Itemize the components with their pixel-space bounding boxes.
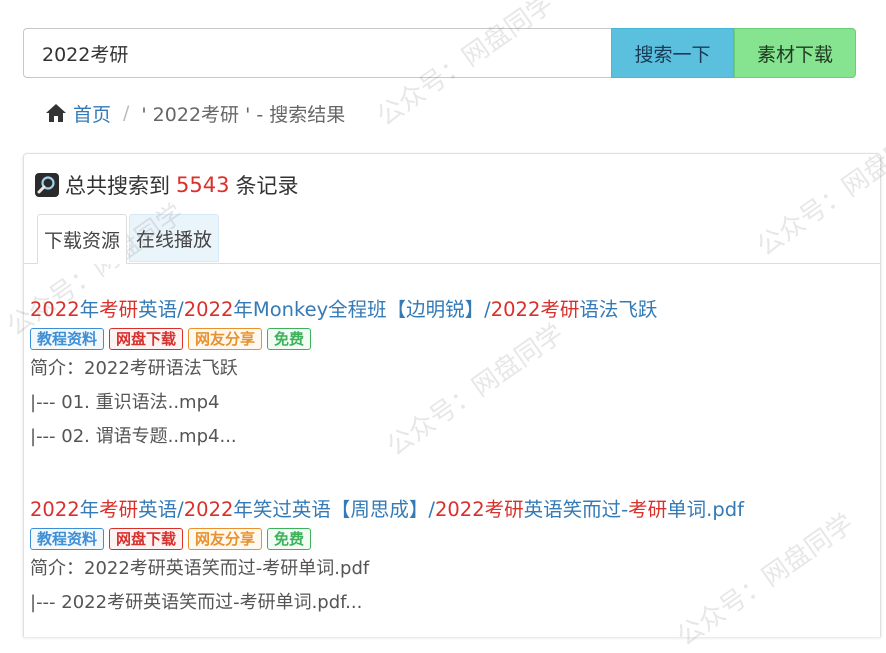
- title-text: 年: [79, 498, 100, 521]
- search-bar: 搜索一下 素材下载: [23, 28, 856, 78]
- breadcrumb-separator: /: [123, 102, 130, 124]
- tag-tutorial[interactable]: 教程资料: [30, 528, 105, 550]
- title-keyword-highlight: 2022: [183, 298, 234, 321]
- material-download-button[interactable]: 素材下载: [734, 28, 856, 78]
- result-item: 2022年考研英语/2022年笑过英语【周思成】/2022考研英语笑而过-考研单…: [30, 496, 870, 620]
- title-text: 英语/: [138, 498, 184, 521]
- title-text: 年: [79, 298, 100, 321]
- title-text: 年Monkey全程班【边明锐】/: [233, 298, 491, 321]
- title-keyword-highlight: 2022: [183, 498, 234, 521]
- tag-shared[interactable]: 网友分享: [188, 328, 263, 350]
- result-summary: 总共搜索到 5543 条记录: [35, 170, 298, 200]
- title-keyword-highlight: 2022考研: [434, 498, 524, 521]
- breadcrumb: 首页 / ' 2022考研 ' - 搜索结果: [45, 99, 345, 127]
- file-entry: |--- 2022考研英语笑而过-考研单词.pdf...: [30, 592, 363, 613]
- result-summary-text: 简介：2022考研语法飞跃: [30, 358, 238, 379]
- breadcrumb-home-link[interactable]: 首页: [73, 100, 111, 127]
- home-icon[interactable]: [45, 102, 67, 124]
- tag-netdisk[interactable]: 网盘下载: [109, 328, 184, 350]
- result-summary-text: 简介：2022考研英语笑而过-考研单词.pdf: [30, 558, 370, 579]
- title-keyword-highlight: 2022: [30, 298, 80, 321]
- search-icon: [35, 173, 59, 197]
- tag-tutorial[interactable]: 教程资料: [30, 328, 105, 350]
- tag-free[interactable]: 免费: [267, 328, 312, 350]
- tag-list: 教程资料 网盘下载 网友分享 免费: [30, 328, 870, 350]
- title-text: 单词.pdf: [667, 498, 744, 521]
- tag-list: 教程资料 网盘下载 网友分享 免费: [30, 528, 870, 550]
- tag-netdisk[interactable]: 网盘下载: [109, 528, 184, 550]
- title-text: 英语/: [138, 298, 184, 321]
- title-keyword-highlight: 考研: [99, 298, 139, 321]
- search-input[interactable]: [23, 28, 611, 78]
- results-panel: 总共搜索到 5543 条记录 下载资源 在线播放 2022年考研英语/2022年…: [23, 153, 881, 637]
- summary-prefix: 总共搜索到: [65, 174, 170, 198]
- title-text: 英语笑而过-: [523, 498, 629, 521]
- title-text: 语法飞跃: [579, 298, 658, 321]
- tab-download-resources[interactable]: 下载资源: [37, 214, 128, 264]
- title-keyword-highlight: 考研: [99, 498, 139, 521]
- file-entry: |--- 01. 重识语法..mp4: [30, 392, 220, 413]
- tag-free[interactable]: 免费: [267, 528, 312, 550]
- result-title[interactable]: 2022年考研英语/2022年笑过英语【周思成】/2022考研英语笑而过-考研单…: [30, 496, 870, 524]
- title-text: 年笑过英语【周思成】/: [233, 498, 435, 521]
- tab-online-play[interactable]: 在线播放: [129, 214, 220, 262]
- title-keyword-highlight: 考研: [628, 498, 668, 521]
- title-keyword-highlight: 2022: [30, 498, 80, 521]
- result-count: 5543: [176, 173, 230, 197]
- file-entry: |--- 02. 谓语专题..mp4...: [30, 426, 237, 447]
- summary-suffix: 条记录: [235, 174, 299, 198]
- result-item: 2022年考研英语/2022年Monkey全程班【边明锐】/2022考研语法飞跃…: [30, 296, 870, 454]
- tag-shared[interactable]: 网友分享: [188, 528, 263, 550]
- breadcrumb-current: ' 2022考研 ' - 搜索结果: [141, 103, 346, 126]
- search-button[interactable]: 搜索一下: [611, 28, 734, 78]
- result-title[interactable]: 2022年考研英语/2022年Monkey全程班【边明锐】/2022考研语法飞跃: [30, 296, 870, 324]
- title-keyword-highlight: 2022考研: [490, 298, 580, 321]
- tab-bar: 下载资源 在线播放: [37, 214, 220, 264]
